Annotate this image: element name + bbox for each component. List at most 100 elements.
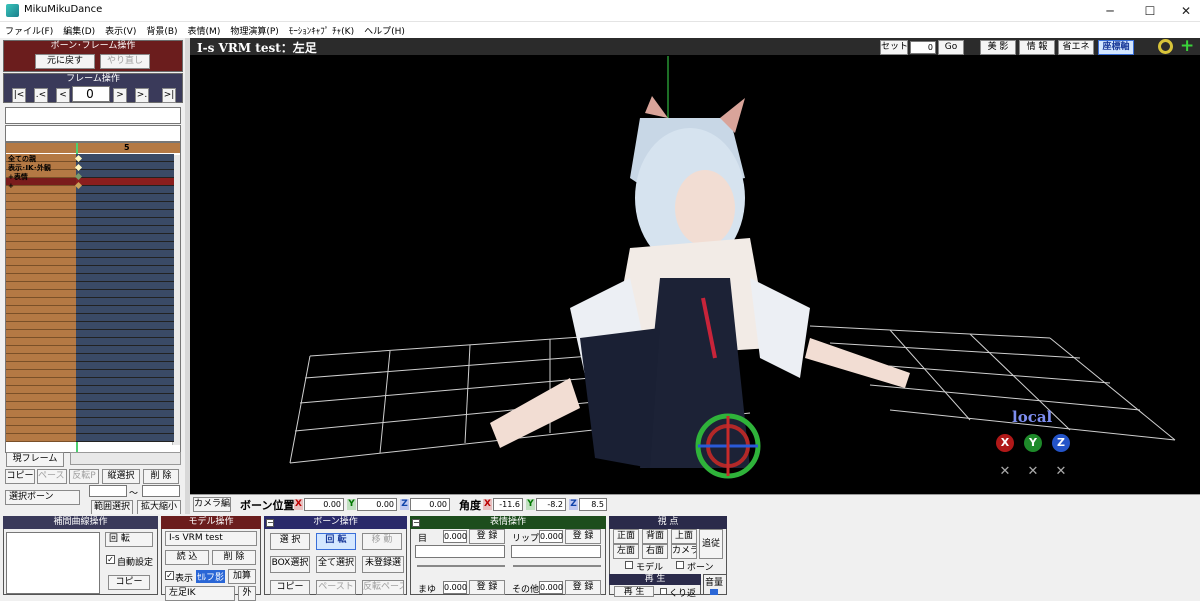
timeline-track[interactable]: [76, 290, 174, 298]
next-key-button[interactable]: >.: [135, 88, 149, 103]
timeline-track[interactable]: [76, 154, 174, 162]
self-shadow-toggle[interactable]: ｾﾙフ影: [196, 570, 226, 583]
menu-edit[interactable]: 編集(D): [58, 22, 100, 37]
timeline-row[interactable]: [6, 250, 76, 258]
timeline-row[interactable]: [6, 394, 76, 402]
back-view-button[interactable]: 背面: [642, 529, 668, 544]
redo-button[interactable]: やり直し: [100, 54, 150, 69]
outer-parent-button[interactable]: 外: [238, 586, 256, 601]
timeline-track[interactable]: [76, 394, 174, 402]
timeline-row[interactable]: [6, 322, 76, 330]
load-model-button[interactable]: 読 込: [165, 550, 209, 565]
lip-morph-value[interactable]: 0.000: [539, 530, 563, 543]
local-z-axis-button[interactable]: Z: [1052, 434, 1070, 452]
maximize-button[interactable]: ☐: [1132, 0, 1168, 22]
camera-view-button[interactable]: カメラ: [671, 544, 697, 559]
follow-bone-checkbox[interactable]: [676, 561, 684, 569]
timeline-row[interactable]: [6, 362, 76, 370]
prev-frame-button[interactable]: <: [56, 88, 70, 103]
range-select-button[interactable]: 範囲選択: [91, 500, 133, 515]
timeline-row[interactable]: [6, 378, 76, 386]
timeline-track[interactable]: [76, 186, 174, 194]
timeline-track[interactable]: [76, 402, 174, 410]
eye-morph-dropdown[interactable]: [415, 545, 505, 558]
timeline-track[interactable]: [76, 234, 174, 242]
beauty-shadow-button[interactable]: 美 影: [980, 40, 1016, 55]
timeline-track[interactable]: [76, 226, 174, 234]
current-frame-button[interactable]: 現フレーム: [6, 452, 64, 467]
timeline-track[interactable]: [76, 250, 174, 258]
unregistered-select-button[interactable]: 未登録選: [362, 556, 404, 573]
timeline-hscrollbar[interactable]: [70, 452, 181, 465]
timeline-row[interactable]: [6, 226, 76, 234]
pos-y-input[interactable]: 0.00: [357, 498, 397, 511]
timeline-row[interactable]: [6, 202, 76, 210]
timeline-track[interactable]: [76, 338, 174, 346]
copy-button[interactable]: コピー: [5, 469, 35, 484]
timeline-track[interactable]: [76, 418, 174, 426]
info-button[interactable]: 情 報: [1019, 40, 1055, 55]
bone-paste-button[interactable]: ペースト: [316, 580, 356, 595]
timeline-row[interactable]: [6, 282, 76, 290]
timeline-row[interactable]: [6, 298, 76, 306]
other-morph-value[interactable]: 0.000: [539, 581, 563, 594]
eye-morph-value[interactable]: 0.000: [443, 530, 467, 543]
timeline-track[interactable]: [76, 178, 174, 186]
row-label-root[interactable]: 全ての親: [8, 155, 36, 163]
bone-ops-collapse-icon[interactable]: −: [266, 519, 274, 527]
brow-register-button[interactable]: 登 録: [469, 580, 505, 595]
frame-number-input[interactable]: 0: [72, 86, 110, 102]
translate-z-icon[interactable]: ✕: [1052, 464, 1070, 482]
timeline-row[interactable]: [6, 186, 76, 194]
minimize-button[interactable]: ─: [1092, 0, 1128, 22]
timeline-track[interactable]: [76, 330, 174, 338]
3d-viewport[interactable]: local X Y Z ✕ ✕ ✕: [190, 38, 1200, 494]
ang-x-input[interactable]: -11.6: [493, 498, 523, 511]
timeline-row[interactable]: [6, 338, 76, 346]
interp-mode-dropdown[interactable]: 回 転: [105, 532, 153, 547]
timeline-row[interactable]: [6, 306, 76, 314]
timeline-track[interactable]: [76, 426, 174, 434]
timeline-track[interactable]: [76, 306, 174, 314]
menu-view[interactable]: 表示(V): [100, 22, 141, 37]
camera-edit-button[interactable]: カメラ編: [193, 497, 231, 512]
select-mode-button[interactable]: 選 択: [270, 533, 310, 550]
bone-target-dropdown[interactable]: 左足IK: [165, 586, 235, 601]
timeline-track[interactable]: [76, 370, 174, 378]
move-mode-button[interactable]: 移 動: [362, 533, 402, 550]
timeline-row[interactable]: [6, 410, 76, 418]
timeline-track[interactable]: [76, 218, 174, 226]
left-view-button[interactable]: 左面: [613, 544, 639, 559]
play-button[interactable]: 再 生: [614, 586, 654, 597]
timeline-row[interactable]: [6, 354, 76, 362]
add-model-icon[interactable]: +: [1180, 38, 1194, 55]
eco-mode-button[interactable]: 省エネ: [1058, 40, 1094, 55]
timeline-track[interactable]: [76, 170, 174, 178]
timeline-row[interactable]: [6, 194, 76, 202]
range-end-input[interactable]: [142, 485, 180, 497]
timeline-row[interactable]: [6, 218, 76, 226]
delete-button[interactable]: 削 除: [143, 469, 179, 484]
range-start-input[interactable]: [89, 485, 127, 497]
timeline-row[interactable]: [6, 434, 76, 442]
timeline-track[interactable]: [76, 210, 174, 218]
timeline-track[interactable]: [76, 378, 174, 386]
prev-key-button[interactable]: .<: [34, 88, 48, 103]
timeline-row[interactable]: [6, 266, 76, 274]
ang-z-input[interactable]: 8.5: [579, 498, 607, 511]
timeline-track[interactable]: [76, 434, 174, 442]
follow-model-checkbox[interactable]: [625, 561, 633, 569]
lip-morph-slider[interactable]: [513, 565, 601, 567]
auto-setting-checkbox[interactable]: ✓: [106, 555, 115, 564]
lip-register-button[interactable]: 登 録: [565, 529, 601, 544]
timeline-row[interactable]: [6, 418, 76, 426]
volume-slider[interactable]: [710, 589, 718, 595]
bone-name-field[interactable]: [5, 107, 181, 124]
right-view-button[interactable]: 右面: [642, 544, 668, 559]
timeline-row[interactable]: [6, 346, 76, 354]
undo-button[interactable]: 元に戻す: [35, 54, 95, 69]
menu-expression[interactable]: 表情(M): [183, 22, 226, 37]
timeline-track[interactable]: [76, 162, 174, 170]
rotation-gizmo[interactable]: [695, 413, 761, 479]
morph-ops-collapse-icon[interactable]: −: [412, 519, 420, 527]
